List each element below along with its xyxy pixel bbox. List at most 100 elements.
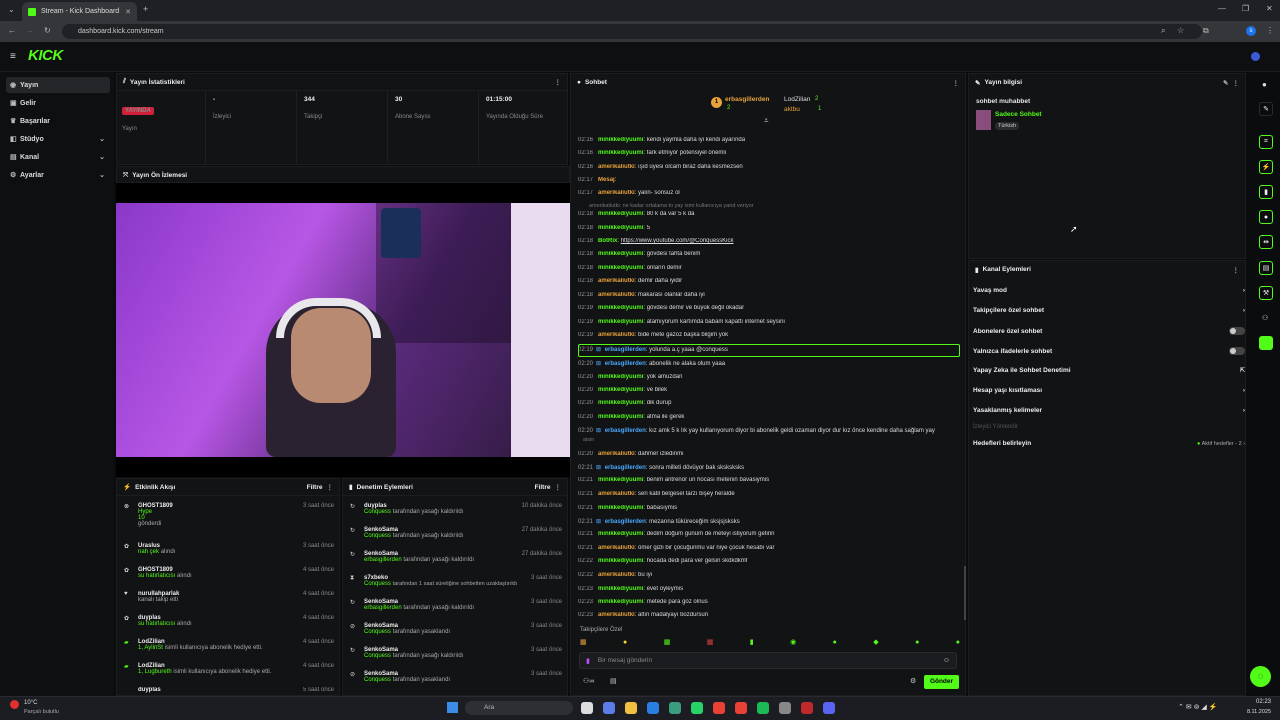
emote-icon[interactable]: ◉	[790, 638, 796, 646]
top-gifter-3[interactable]: aktbu	[784, 106, 800, 113]
chat-username[interactable]: minikkediyuumi	[598, 586, 643, 592]
chat-message[interactable]: 02:20 ⊠ erbasgillerden: abonelik ne alaka…	[578, 360, 960, 367]
extensions-icon[interactable]: ⧉	[1203, 27, 1209, 35]
sidebar-item-ayarlar[interactable]: ⚙ Ayarlar ⌄	[6, 167, 110, 183]
new-tab-button[interactable]: +	[143, 5, 148, 14]
chat-message[interactable]: 02:18 minikkediyuumi: 5	[578, 225, 960, 231]
chat-message[interactable]: 02:23 minikkediyuumi: evet oyleymis	[578, 586, 960, 592]
chat-message[interactable]: 02:20 minikkediyuumi: atma ile gerek	[578, 414, 960, 420]
chat-username[interactable]: minikkediyuumi	[598, 137, 643, 143]
chat-username[interactable]: amerikaliutki	[598, 190, 635, 196]
chat-username[interactable]: minikkediyuumi	[598, 531, 643, 537]
chat-message[interactable]: 02:19 amerikaliutki: bide mete gazoz başk…	[578, 332, 960, 338]
file-explorer-icon[interactable]	[625, 702, 637, 714]
app-icon[interactable]	[669, 702, 681, 714]
edit-icon[interactable]: ✎	[1223, 79, 1228, 87]
split-icon[interactable]: ⇹	[1259, 235, 1273, 249]
spotify-icon[interactable]	[757, 702, 769, 714]
chat-input-box[interactable]: ▮ Bir mesaj gönderin ☺	[579, 652, 957, 669]
chat-username[interactable]: amerikaliutki	[598, 332, 635, 338]
app-icon[interactable]	[603, 702, 615, 714]
maximize-icon[interactable]: ❐	[1242, 5, 1249, 13]
more-icon[interactable]: ⋮	[555, 483, 562, 491]
chat-username[interactable]: minikkediyuumi	[598, 477, 643, 483]
chat-username[interactable]: erbasgillerden	[605, 361, 646, 367]
chat-username[interactable]: erbasgillerden	[605, 428, 646, 434]
chat-username[interactable]: amerikaliutki	[598, 491, 635, 497]
chat-username[interactable]: amerikaliutki	[598, 292, 635, 298]
chat-username[interactable]: amerikaliutki	[598, 572, 635, 578]
clock-time[interactable]: 02:23	[1245, 699, 1271, 705]
send-button[interactable]: Gönder	[924, 675, 959, 689]
chat-username[interactable]: minikkediyuumi	[598, 225, 643, 231]
edit-tool-icon[interactable]: ✎	[1259, 102, 1273, 116]
chat-username[interactable]: erbasgillerden	[605, 465, 646, 471]
emote-icon[interactable]: ●	[833, 639, 837, 646]
stream-preview-video[interactable]	[116, 203, 570, 457]
chat-message[interactable]: amerikaliutki: ne kadar ortalama to yay …	[578, 203, 960, 209]
more-icon[interactable]: ⋮	[327, 483, 334, 491]
category-link[interactable]: Sadece Sohbet	[995, 111, 1042, 118]
bolt-icon[interactable]: ⚡	[1259, 160, 1273, 174]
emote-icon[interactable]: ▦	[707, 638, 714, 646]
kick-logo[interactable]: KICK	[28, 47, 63, 64]
filter-button[interactable]: Filtre	[535, 484, 551, 491]
browser-tab[interactable]: Stream - Kick Dashboard ✕	[22, 2, 137, 21]
chat-message[interactable]: 02:17 Mesaj:	[578, 177, 960, 183]
chat-username[interactable]: amerikaliutki	[598, 612, 635, 618]
ai-moderation-row[interactable]: Yapay Zeka ile Sohbet Denetimi ⇱	[973, 367, 1245, 374]
chat-username[interactable]: amerikaliutki	[598, 164, 635, 170]
add-widget-icon[interactable]	[1259, 336, 1273, 350]
banned-words-row[interactable]: Yasaklanmış kelimeler ›	[973, 407, 1245, 414]
tab-menu-icon[interactable]: ⌄	[8, 6, 15, 14]
chat-message[interactable]: 02:20 minikkediyuumi: ve bilek	[578, 387, 960, 393]
sidebar-item-studyo[interactable]: ◧ Stüdyo ⌄	[6, 131, 110, 147]
chat-message[interactable]: 02:21 amerikaliutki: ömer gizli bir çocuğ…	[578, 545, 960, 551]
chat-message[interactable]: 02:20 amerikaliutki: dahmer izledinmi	[578, 451, 960, 457]
chat-username[interactable]: minikkediyuumi	[598, 558, 643, 564]
chat-username[interactable]: minikkediyuumi	[598, 400, 643, 406]
more-icon[interactable]: ⋮	[953, 79, 960, 87]
task-view-icon[interactable]	[581, 702, 593, 714]
edge-icon[interactable]	[647, 702, 659, 714]
hamburger-menu-icon[interactable]: ≡	[10, 51, 16, 62]
app-icon[interactable]	[779, 702, 791, 714]
top-gifter-2[interactable]: LodZilian	[784, 96, 810, 103]
calendar-icon[interactable]: ▤	[610, 677, 617, 685]
back-icon[interactable]: ←	[8, 27, 16, 35]
chat-message[interactable]: 02:18 minikkediyuumi: gövdesi tahta benim	[578, 251, 960, 257]
more-icon[interactable]: ⋮	[1233, 79, 1240, 87]
chat-users-icon[interactable]: ⚇∞	[583, 677, 594, 685]
emote-icon[interactable]: ▮	[750, 638, 754, 646]
filter-button[interactable]: Filtre	[307, 484, 323, 491]
chat-bubble-icon[interactable]: ●	[1259, 210, 1273, 224]
chat-message[interactable]: 02:21 minikkediyuumi: dedim doğum günüm d…	[578, 531, 960, 537]
emoji-icon[interactable]: ☺	[943, 657, 950, 664]
chat-settings-icon[interactable]: ⚙	[910, 677, 916, 685]
wrench-icon[interactable]: ⚒	[1259, 286, 1273, 300]
chat-message[interactable]: 02:20 minikkediyuumi: yok amuzdan	[578, 374, 960, 380]
weather-temp[interactable]: 10°C	[24, 700, 37, 706]
chat-username[interactable]: minikkediyuumi	[598, 319, 643, 325]
language-tag[interactable]: Türkish	[995, 122, 1020, 130]
chat-message[interactable]: 02:22 amerikaliutki: bu iyi	[578, 572, 960, 578]
chat-username[interactable]: amerikaliutki	[598, 451, 635, 457]
pin-icon[interactable]: ⩡	[764, 116, 769, 126]
chrome-icon[interactable]	[735, 702, 747, 714]
emote-icon[interactable]: ●	[956, 639, 960, 646]
browser-menu-icon[interactable]: ⋮	[1266, 27, 1274, 35]
sidebar-item-yayin[interactable]: ◉ Yayın	[6, 77, 110, 93]
chat-username[interactable]: minikkediyuumi	[598, 150, 643, 156]
chat-message[interactable]: 02:19 minikkediyuumi: gövdesi demir ve bü…	[578, 305, 960, 311]
discord-icon[interactable]	[823, 702, 835, 714]
chat-message[interactable]: 02:18 minikkediyuumi: onların demir	[578, 265, 960, 271]
tray-icons[interactable]: ⌃ ✉ ⊚ ◢ ⚡	[1178, 703, 1217, 711]
chat-username[interactable]: amerikaliutki	[598, 278, 635, 284]
goals-row[interactable]: Hedefleri belirleyin ● Aktif hedefler - 2…	[973, 440, 1245, 447]
top-gifter-1[interactable]: erbasgillerden	[725, 96, 769, 103]
chat-scrollbar[interactable]	[964, 566, 966, 620]
subscribers-only-toggle[interactable]	[1229, 327, 1245, 335]
minimize-icon[interactable]: —	[1218, 5, 1226, 13]
profile-avatar[interactable]: s	[1246, 26, 1256, 36]
chat-message[interactable]: 02:19 minikkediyuumi: atamıyorum kartımda…	[578, 319, 960, 325]
